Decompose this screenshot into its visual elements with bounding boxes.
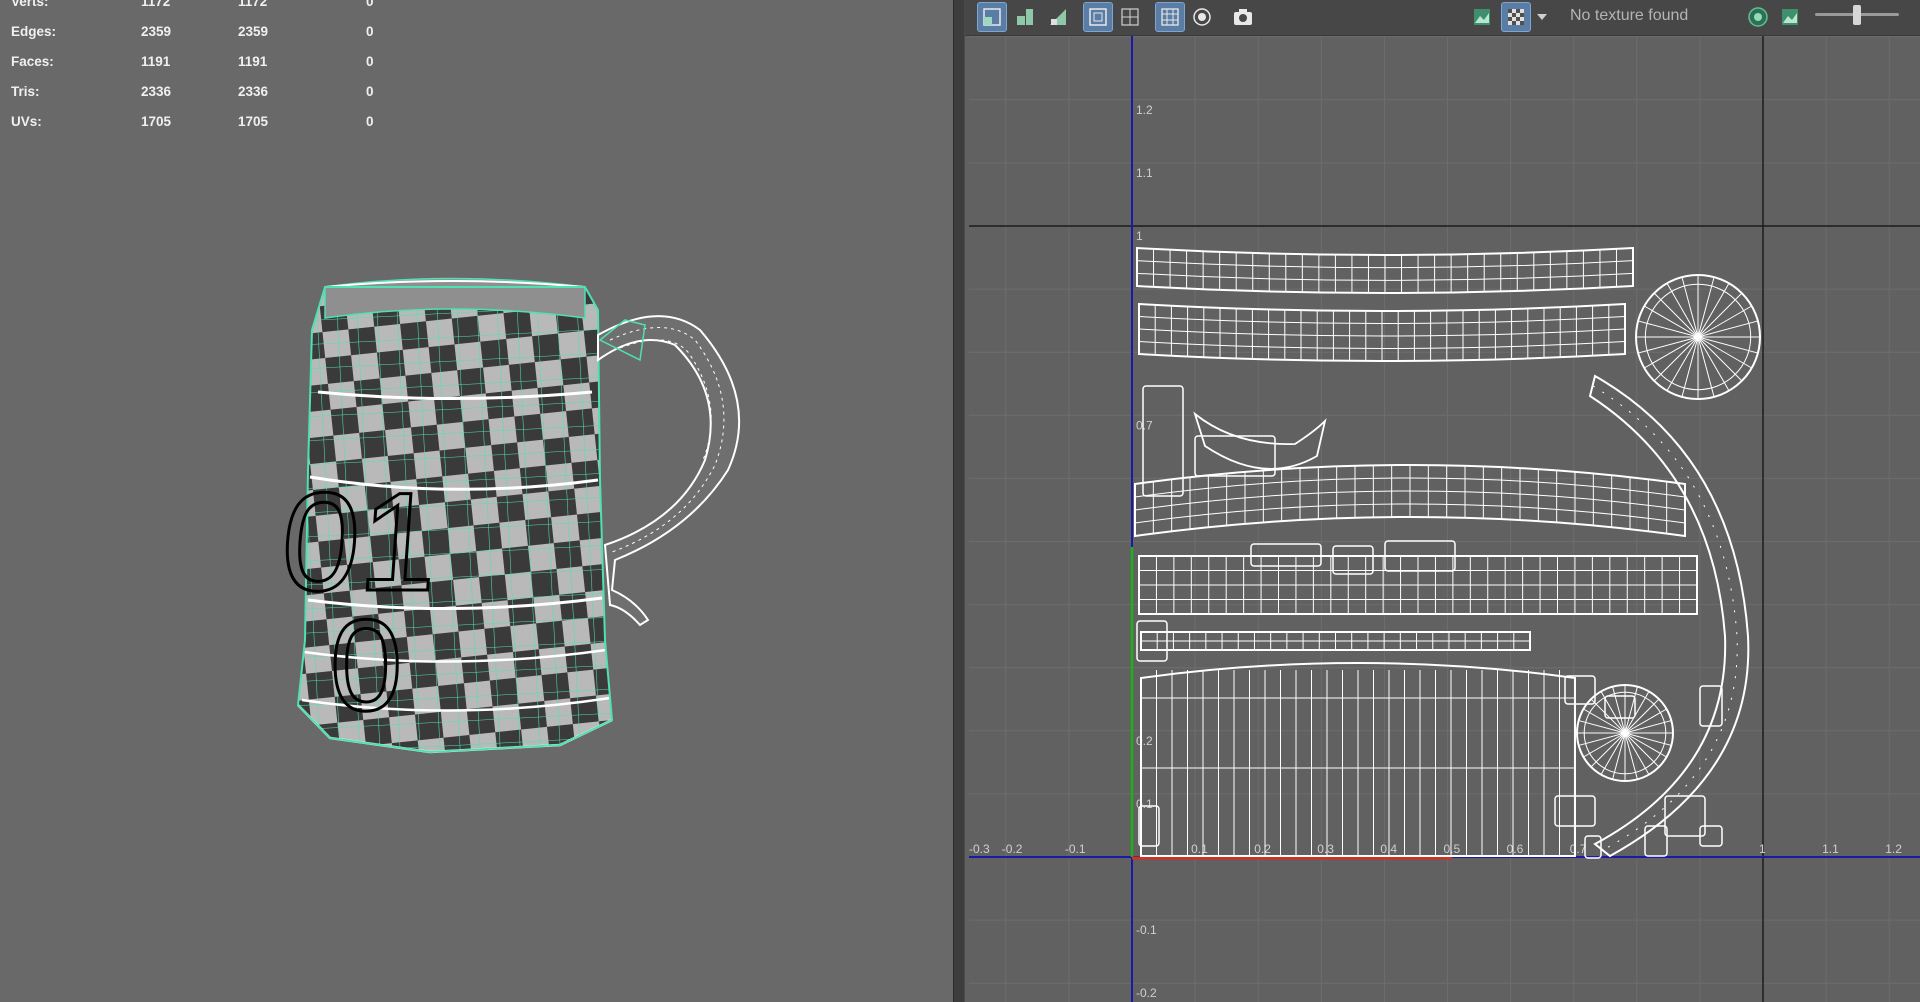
uv-axis-tick-label: 1.1 — [1822, 842, 1839, 856]
panel-splitter[interactable] — [953, 0, 965, 1002]
uv-shell-body[interactable] — [1140, 662, 1576, 857]
perspective-viewport[interactable]: Verts: 1172 1172 0 Edges: 2359 2359 0 Fa… — [0, 0, 953, 1002]
uv-shell-rim-top[interactable] — [1136, 246, 1634, 294]
uv-editor-toolbar: No texture found — [965, 0, 1920, 36]
uv-shell-fragment[interactable] — [1332, 545, 1374, 575]
uv-axis-tick-label: 0.2 — [1136, 734, 1153, 748]
uv-editor-panel[interactable]: No texture found -0.3 -0.2 -0.1 0.1 0.2 0.3 0.… — [965, 0, 1920, 1002]
uv-axis-tick-label: 1 — [1759, 842, 1766, 856]
image-display-icon[interactable] — [1467, 2, 1497, 32]
uv-shell-crescent[interactable] — [1193, 411, 1327, 470]
image-ratio-icon[interactable] — [1775, 2, 1805, 32]
frame-selection-icon[interactable] — [1115, 2, 1145, 32]
uv-axis-tick-label: 0.1 — [1191, 842, 1208, 856]
texture-status-label: No texture found — [1570, 7, 1689, 24]
uv-axis-tick-label: 0.7 — [1570, 842, 1587, 856]
uv-layout-icon[interactable] — [1010, 2, 1040, 32]
uv-axis-tick-label: 0.3 — [1317, 842, 1334, 856]
mug-handle[interactable] — [597, 315, 741, 627]
uv-axis-tick-label: -0.1 — [1065, 842, 1086, 856]
uv-shell-disc-bottom[interactable] — [1576, 684, 1674, 782]
uv-axis-tick-label: 1.2 — [1136, 103, 1153, 117]
checker-icon[interactable] — [1501, 2, 1531, 32]
uv-shell-fragment[interactable] — [1699, 685, 1723, 727]
uv-shell-band-thin[interactable] — [1140, 630, 1531, 652]
uv-stack-icon[interactable] — [1043, 2, 1073, 32]
mug-model[interactable]: 01 0 — [0, 0, 953, 1002]
uv-shell-fragment[interactable] — [1644, 825, 1668, 857]
frame-all-icon[interactable] — [1083, 2, 1113, 32]
uv-axis-tick-label: 0.5 — [1444, 842, 1461, 856]
uv-axis-tick-label: 1.1 — [1136, 166, 1153, 180]
uv-axis-tick-label: 1.2 — [1885, 842, 1902, 856]
uv-axis-tick-label: 0.6 — [1507, 842, 1524, 856]
uv-axis-tick-label: 0.7 — [1136, 418, 1153, 432]
exposure-slider-handle[interactable] — [1853, 5, 1861, 25]
dropdown-arrow-icon[interactable] — [1533, 2, 1551, 32]
uv-axis-tick-label: -0.2 — [1136, 986, 1157, 1000]
uv-axis-tick-label: -0.2 — [1002, 842, 1023, 856]
rgb-channels-icon[interactable] — [1743, 2, 1773, 32]
uv-axis-tick-label: -0.3 — [969, 842, 990, 856]
uv-shell-handle-arc[interactable] — [1588, 374, 1750, 858]
uv-axis-tick-label: 0.2 — [1254, 842, 1271, 856]
snapshot-icon[interactable] — [1228, 2, 1258, 32]
mug-texture-digit-lower: 0 — [330, 592, 402, 738]
shaded-uv-icon[interactable] — [1187, 2, 1217, 32]
uv-shell-band-middle[interactable] — [1138, 554, 1698, 616]
grid-toggle-icon[interactable] — [1155, 2, 1185, 32]
uv-graph-canvas[interactable]: -0.3 -0.2 -0.1 0.1 0.2 0.3 0.4 0.5 0.6 0.7 1 1.1 1.2… — [965, 36, 1920, 1002]
uv-axis-tick-label: 1 — [1136, 229, 1143, 243]
uv-shell-disc-top[interactable] — [1635, 274, 1761, 400]
uv-axis-tick-label: -0.1 — [1136, 923, 1157, 937]
uv-shell-icon[interactable] — [977, 2, 1007, 32]
